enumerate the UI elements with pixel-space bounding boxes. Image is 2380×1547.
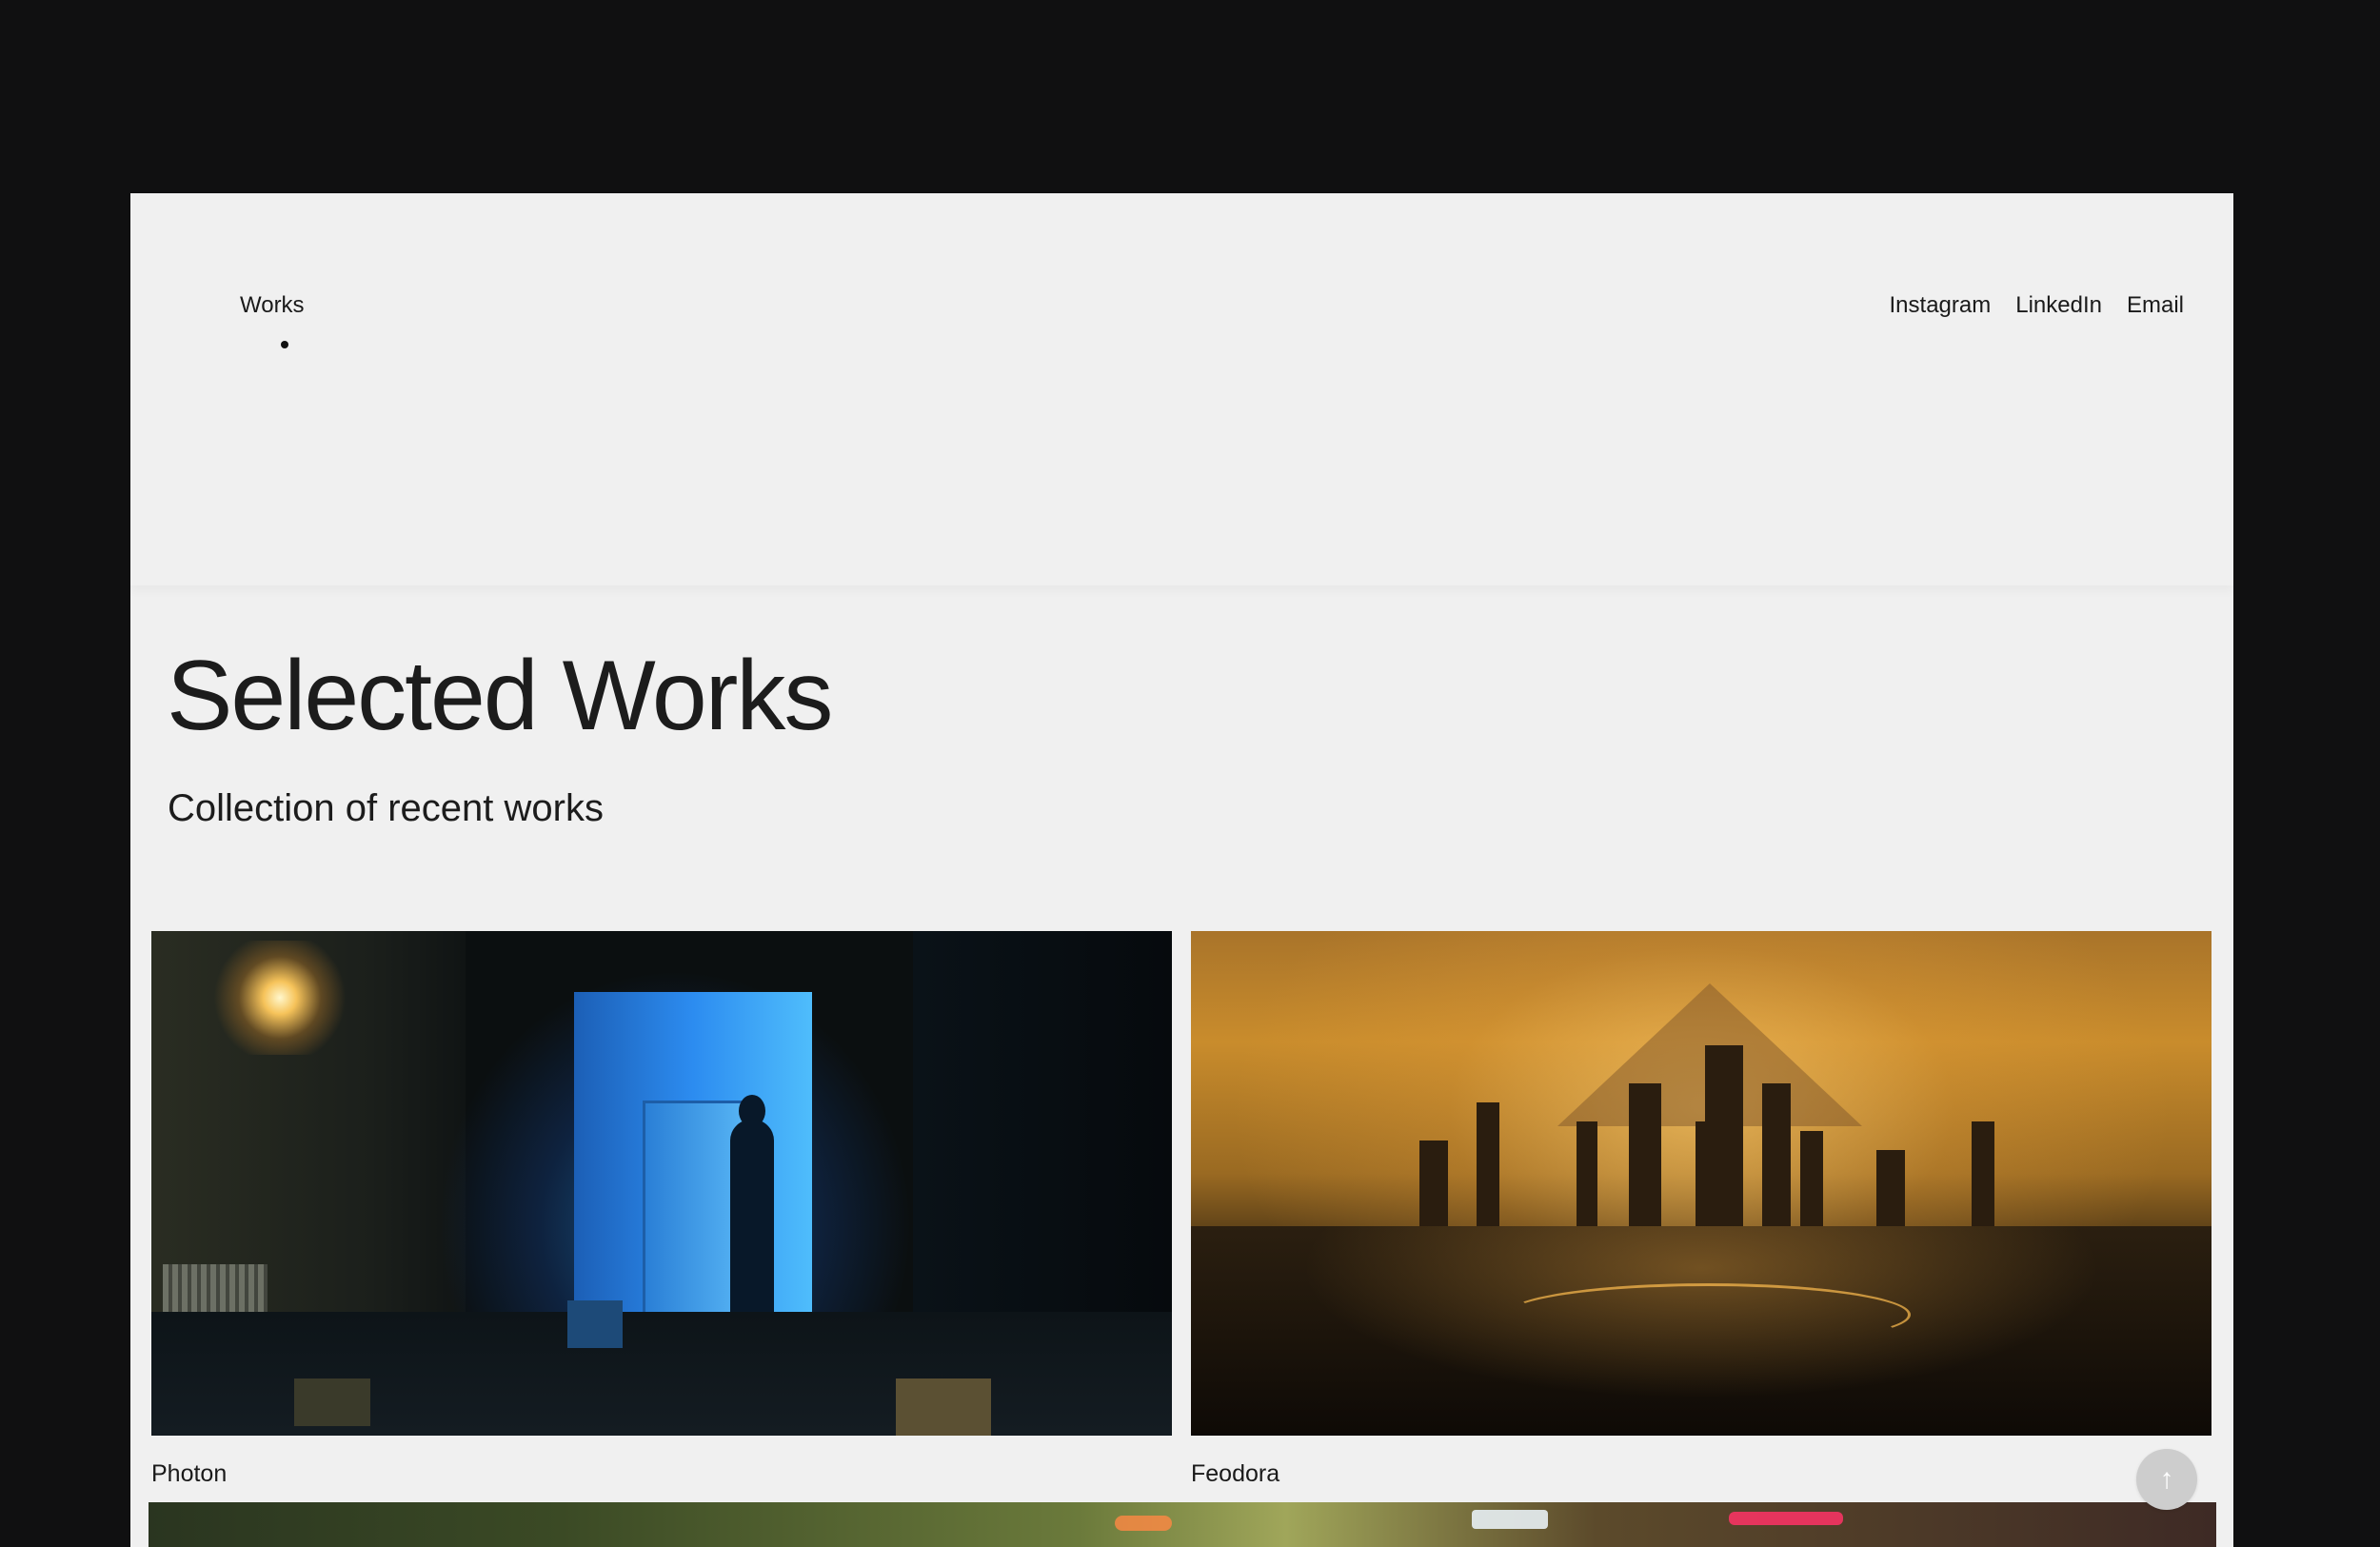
artwork-box	[294, 1378, 370, 1426]
work-thumbnail-feodora[interactable]	[1191, 931, 2211, 1436]
instagram-link[interactable]: Instagram	[1890, 292, 1992, 319]
artwork-lamp	[208, 941, 351, 1055]
nav-left: Works	[240, 292, 305, 348]
work-card-feodora[interactable]: Feodora	[1191, 931, 2211, 1488]
artwork-neon-sign	[1115, 1516, 1172, 1531]
arrow-up-icon: ↑	[2159, 1463, 2174, 1495]
artwork-road	[1505, 1283, 1911, 1346]
page-subtitle: Collection of recent works	[168, 787, 604, 829]
scroll-to-top-button[interactable]: ↑	[2136, 1449, 2197, 1510]
work-title-photon[interactable]: Photon	[151, 1460, 1172, 1488]
artwork-building	[1477, 1102, 1499, 1226]
page-container: Works Instagram LinkedIn Email Selected …	[130, 193, 2233, 1547]
work-card-photon[interactable]: Photon	[151, 931, 1172, 1488]
active-indicator-dot	[281, 341, 288, 348]
artwork-building	[1762, 1083, 1791, 1226]
social-links: Instagram LinkedIn Email	[1890, 292, 2184, 319]
artwork-neon-sign	[1729, 1512, 1843, 1525]
work-thumbnail-next[interactable]	[149, 1502, 2216, 1547]
work-title-feodora[interactable]: Feodora	[1191, 1460, 2211, 1488]
site-header: Works Instagram LinkedIn Email	[130, 193, 2233, 585]
artwork-building	[1577, 1121, 1597, 1226]
artwork-building	[1972, 1121, 1994, 1226]
artwork-building	[1419, 1140, 1448, 1226]
artwork-neon-sign	[1472, 1510, 1548, 1529]
artwork-building	[1629, 1083, 1661, 1226]
artwork-box	[567, 1300, 623, 1348]
linkedin-link[interactable]: LinkedIn	[2015, 292, 2102, 319]
page-title: Selected Works	[167, 641, 833, 751]
artwork-building	[1876, 1150, 1905, 1226]
email-link[interactable]: Email	[2127, 292, 2184, 319]
work-thumbnail-photon[interactable]	[151, 931, 1172, 1436]
artwork-building	[1705, 1045, 1743, 1226]
artwork-box	[896, 1378, 991, 1436]
artwork-building	[1800, 1131, 1823, 1226]
nav-link-works[interactable]: Works	[240, 292, 305, 319]
